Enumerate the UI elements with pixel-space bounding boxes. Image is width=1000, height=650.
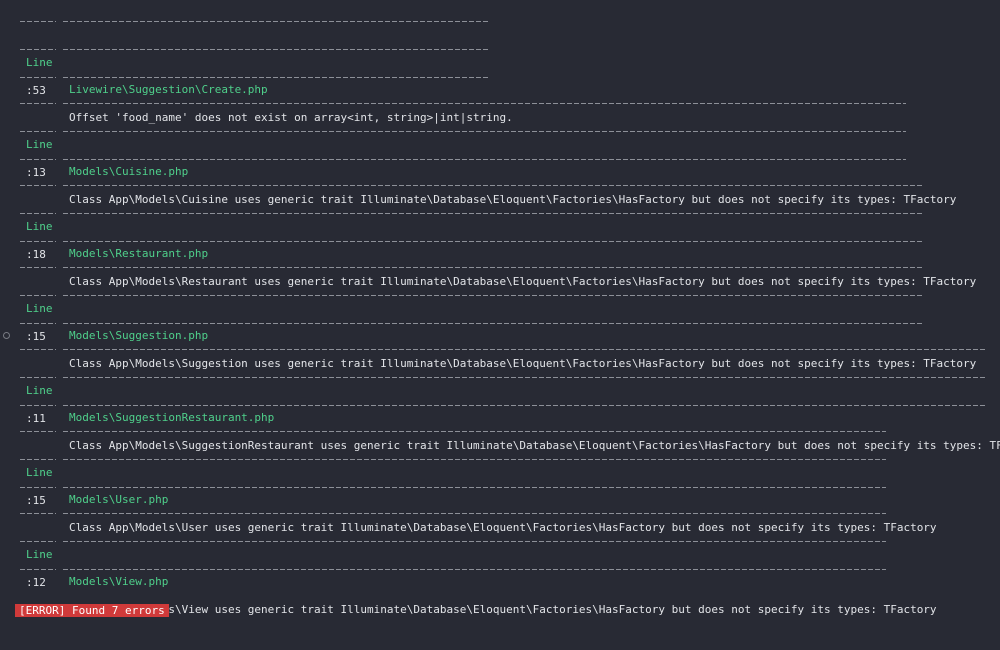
error-block-header: Line Models\Restaurant.php bbox=[20, 186, 924, 260]
error-row: :11 Class App\Models\SuggestionRestauran… bbox=[20, 378, 1000, 452]
line-number: :15 bbox=[26, 330, 46, 343]
file-path: Models\Restaurant.php bbox=[69, 247, 209, 260]
error-block-header: Line Models\View.php bbox=[20, 514, 886, 588]
error-row: :53 Offset 'food_name' does not exist on… bbox=[20, 50, 513, 124]
error-status-badge: [ERROR] Found 7 errors bbox=[15, 604, 169, 617]
error-row: :15 Class App\Models\User uses generic t… bbox=[20, 460, 937, 534]
divider bbox=[20, 405, 986, 406]
error-row: :18 Class App\Models\Restaurant uses gen… bbox=[20, 214, 976, 288]
file-path: Models\Cuisine.php bbox=[69, 165, 189, 178]
error-block: Line Models\Restaurant.php :18 Class App… bbox=[20, 185, 976, 288]
error-block: Line Models\View.php :12 Class App\Model… bbox=[20, 513, 937, 616]
error-block: Line Models\User.php :15 Class App\Model… bbox=[20, 431, 937, 534]
line-number: :12 bbox=[26, 576, 46, 589]
file-path: Models\View.php bbox=[69, 575, 169, 588]
error-block-header: Line Livewire\Suggestion\Create.php bbox=[20, 22, 490, 96]
error-block: Line Livewire\Suggestion\Create.php :53 … bbox=[20, 21, 513, 124]
file-path: Models\Suggestion.php bbox=[69, 329, 209, 342]
divider bbox=[20, 569, 886, 570]
file-path: Models\User.php bbox=[69, 493, 169, 506]
divider bbox=[20, 241, 924, 242]
error-block-header: Line Models\Cuisine.php bbox=[20, 104, 906, 178]
error-row: :13 Class App\Models\Cuisine uses generi… bbox=[20, 132, 956, 206]
error-block: Line Models\Cuisine.php :13 Class App\Mo… bbox=[20, 103, 956, 206]
error-block: Line Models\Suggestion.php :15 Class App… bbox=[20, 267, 976, 370]
error-block-header: Line Models\SuggestionRestaurant.php bbox=[20, 350, 986, 424]
error-row: :15 Class App\Models\Suggestion uses gen… bbox=[20, 296, 976, 370]
file-path: Livewire\Suggestion\Create.php bbox=[69, 83, 268, 96]
line-number: :15 bbox=[26, 494, 46, 507]
line-number: :13 bbox=[26, 166, 46, 179]
divider bbox=[20, 77, 490, 78]
file-path: Models\SuggestionRestaurant.php bbox=[69, 411, 275, 424]
terminal-output: Line Livewire\Suggestion\Create.php :53 … bbox=[0, 0, 1000, 623]
divider bbox=[20, 487, 886, 488]
line-number: :53 bbox=[26, 84, 46, 97]
line-number: :18 bbox=[26, 248, 46, 261]
divider bbox=[20, 159, 906, 160]
error-block-header: Line Models\Suggestion.php bbox=[20, 268, 924, 342]
error-block-header: Line Models\User.php bbox=[20, 432, 886, 506]
error-row: :12 Class App\Models\View uses generic t… bbox=[20, 542, 937, 616]
line-number: :11 bbox=[26, 412, 46, 425]
circle-icon bbox=[3, 332, 10, 339]
error-block: Line Models\SuggestionRestaurant.php :11… bbox=[20, 349, 1000, 452]
divider bbox=[20, 323, 924, 324]
error-message: Class App\Models\View uses generic trait… bbox=[69, 603, 937, 616]
